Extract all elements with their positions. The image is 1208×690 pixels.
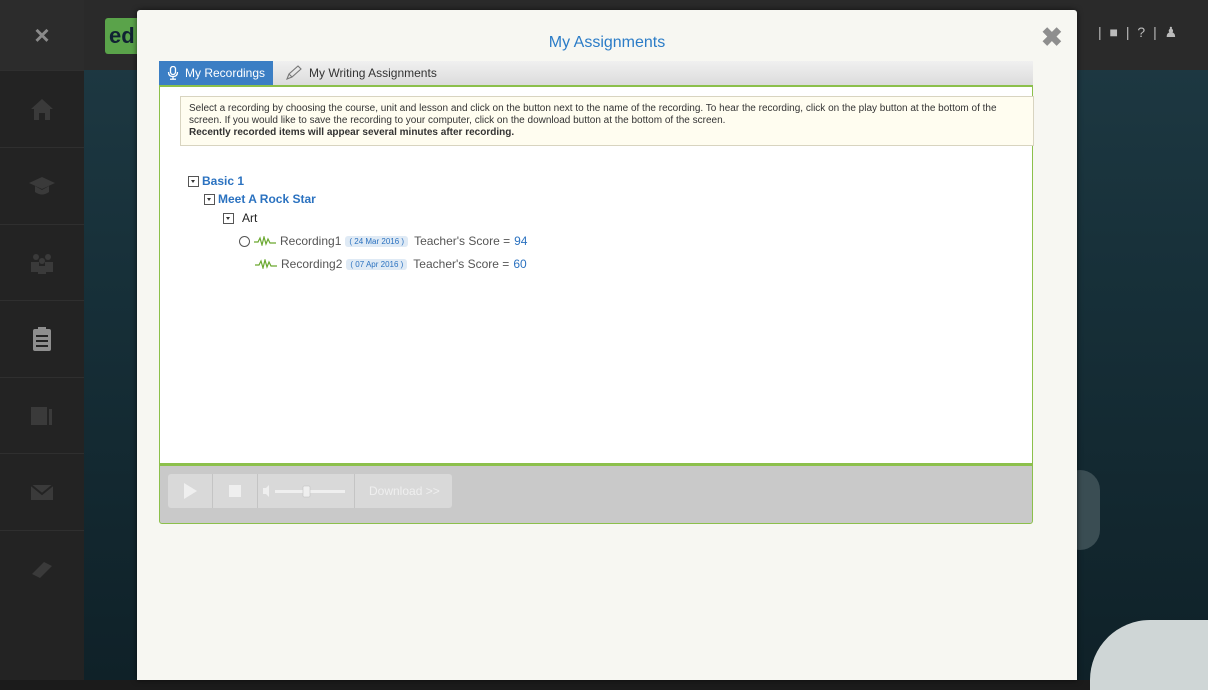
course-label: Basic 1 xyxy=(202,174,245,188)
unit-label: Meet A Rock Star xyxy=(218,192,316,206)
audio-wave-icon xyxy=(255,259,277,269)
microphone-icon xyxy=(167,66,179,80)
volume-slider[interactable] xyxy=(258,474,355,508)
close-icon[interactable]: ✖ xyxy=(1041,22,1063,53)
volume-knob[interactable] xyxy=(302,485,311,498)
recording-name: Recording1 xyxy=(280,234,342,248)
audio-wave-icon xyxy=(254,236,276,246)
collapse-toggle-icon[interactable] xyxy=(204,193,215,205)
score-label: Teacher's Score = xyxy=(413,257,510,271)
instructions-text: Select a recording by choosing the cours… xyxy=(189,103,997,126)
sidebar-item-dictionary[interactable] xyxy=(0,530,84,607)
instructions-note: Recently recorded items will appear seve… xyxy=(189,127,515,138)
left-sidebar: × xyxy=(0,0,84,680)
my-assignments-dialog: My Assignments ✖ My Recordings My Writin… xyxy=(137,10,1077,680)
instructions-box: Select a recording by choosing the cours… xyxy=(180,96,1034,146)
recording-row[interactable]: Recording1 ( 24 Mar 2016 ) Teacher's Sco… xyxy=(239,233,527,249)
recording-date: ( 24 Mar 2016 ) xyxy=(345,235,409,247)
envelope-icon xyxy=(30,484,54,500)
download-button[interactable]: Download >> xyxy=(355,484,440,498)
score-value: 94 xyxy=(514,234,528,248)
tab-bar: My Recordings My Writing Assignments xyxy=(159,61,1033,87)
collapse-toggle-icon[interactable] xyxy=(223,212,234,224)
tree-node-unit[interactable]: Meet A Rock Star xyxy=(204,191,316,207)
sidebar-item-messages[interactable] xyxy=(0,453,84,530)
volume-icon xyxy=(263,485,345,498)
group-icon xyxy=(31,254,53,274)
audio-player: Download >> xyxy=(168,474,452,508)
checklist-icon xyxy=(31,407,52,425)
collapse-toggle-icon[interactable] xyxy=(188,175,199,187)
tree-node-course[interactable]: Basic 1 xyxy=(188,173,244,189)
recordings-panel: Select a recording by choosing the cours… xyxy=(159,87,1034,463)
home-icon xyxy=(31,99,53,120)
sidebar-item-community[interactable] xyxy=(0,224,84,301)
stop-button[interactable] xyxy=(213,474,258,508)
top-links[interactable]: | ■ | ? | ♟ xyxy=(1098,24,1179,41)
clipboard-icon xyxy=(33,327,51,351)
recording-name: Recording2 xyxy=(281,257,343,271)
lesson-label: Art xyxy=(242,211,258,225)
play-button[interactable] xyxy=(168,474,213,508)
tab-label: My Writing Assignments xyxy=(309,66,437,80)
recording-radio[interactable] xyxy=(239,235,250,247)
tab-my-recordings[interactable]: My Recordings xyxy=(159,61,274,85)
recording-row[interactable]: Recording2 ( 07 Apr 2016 ) Teacher's Sco… xyxy=(255,256,527,272)
tab-label: My Recordings xyxy=(185,66,266,80)
dialog-title: My Assignments xyxy=(548,34,666,51)
sidebar-item-assignments[interactable] xyxy=(0,300,84,377)
tree-node-lesson[interactable]: Art xyxy=(223,210,257,226)
sidebar-item-progress[interactable] xyxy=(0,377,84,454)
pencil-icon xyxy=(286,65,302,80)
tab-my-writing-assignments[interactable]: My Writing Assignments xyxy=(277,61,445,85)
sidebar-item-courses[interactable] xyxy=(0,147,84,224)
book-icon xyxy=(32,562,52,578)
play-icon xyxy=(184,483,197,499)
graduation-cap-icon xyxy=(29,177,55,195)
stop-icon xyxy=(229,485,241,497)
player-bar: Download >> xyxy=(159,463,1033,524)
score-value: 60 xyxy=(513,257,527,271)
score-label: Teacher's Score = xyxy=(414,234,511,248)
sidebar-item-home[interactable] xyxy=(0,70,84,147)
sidebar-close-button[interactable]: × xyxy=(0,0,84,70)
recording-date: ( 07 Apr 2016 ) xyxy=(346,258,408,270)
